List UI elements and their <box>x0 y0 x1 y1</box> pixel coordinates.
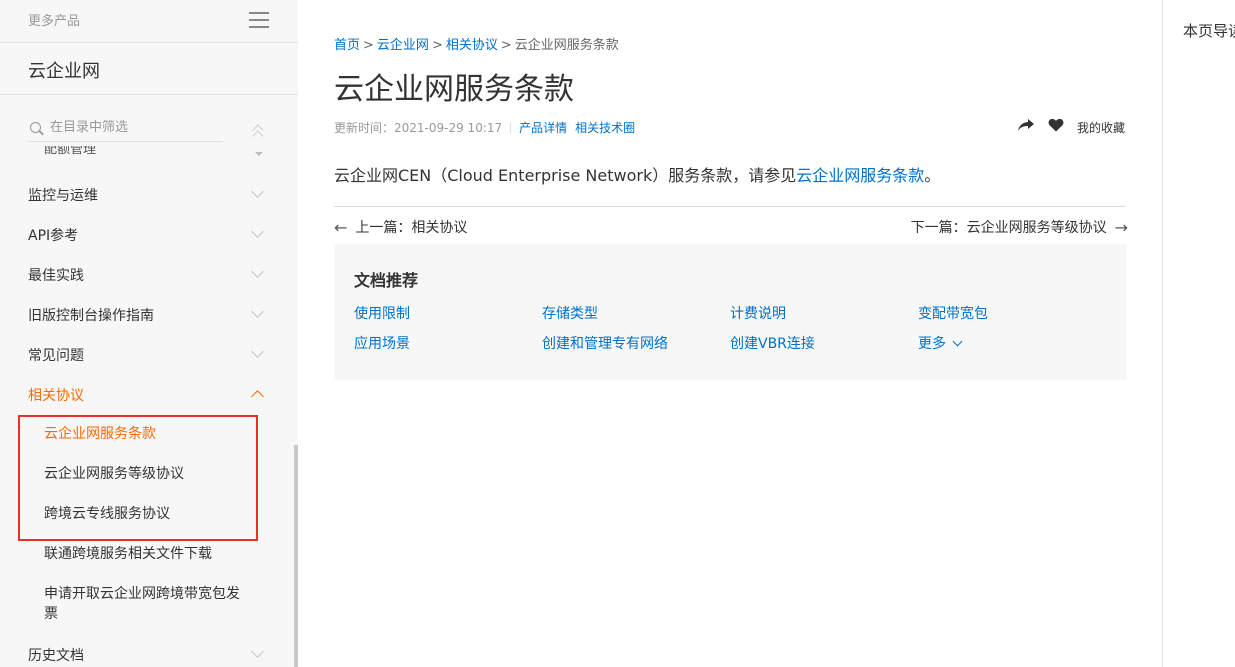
recommended-docs-title: 文档推荐 <box>354 271 419 290</box>
sidebar-item-label: 相关协议 <box>28 388 84 404</box>
toc-title: 本页导读 <box>1183 22 1235 40</box>
rec-link-vpc[interactable]: 创建和管理专有网络 <box>542 333 668 353</box>
sidebar-item-history[interactable]: 历史文档 <box>0 634 298 667</box>
sidebar-item-api[interactable]: API参考 <box>0 214 298 254</box>
cen-terms-link[interactable]: 云企业网服务条款 <box>796 166 924 185</box>
chevron-down-icon <box>251 185 264 198</box>
chevron-up-icon <box>251 390 264 403</box>
chevron-down-icon <box>251 305 264 318</box>
divider <box>0 42 298 43</box>
rec-more-label: 更多 <box>918 336 946 352</box>
divider <box>334 206 1126 207</box>
breadcrumb-home[interactable]: 首页 <box>334 38 360 53</box>
more-products-label[interactable]: 更多产品 <box>28 10 80 29</box>
sidebar-item-partial[interactable]: 配额管理 <box>44 146 96 158</box>
breadcrumb-product[interactable]: 云企业网 <box>377 38 429 53</box>
content-paragraph: 云企业网CEN（Cloud Enterprise Network）服务条款，请参… <box>334 162 940 186</box>
content-text: 云企业网CEN（Cloud Enterprise Network）服务条款，请参… <box>334 166 797 185</box>
rec-link-bandwidth-package[interactable]: 变配带宽包 <box>918 303 988 323</box>
rec-link-billing[interactable]: 计费说明 <box>730 303 786 323</box>
my-favorites-link[interactable]: 我的收藏 <box>1077 119 1125 136</box>
sidebar-subitem-label: 申请开取云企业网跨境带宽包发票 <box>44 586 240 622</box>
page-meta: 更新时间：2021-09-29 10:17 产品详情 相关技术圈 <box>334 119 643 136</box>
product-title[interactable]: 云企业网 <box>28 57 100 83</box>
product-detail-link[interactable]: 产品详情 <box>519 121 567 135</box>
chevron-down-icon <box>251 265 264 278</box>
sidebar-item-label: API参考 <box>28 228 79 244</box>
sidebar-search <box>28 118 223 142</box>
sidebar-item-best-practice[interactable]: 最佳实践 <box>0 254 298 294</box>
rec-link-usage-limits[interactable]: 使用限制 <box>354 303 410 323</box>
sidebar-item-label: 常见问题 <box>28 348 84 364</box>
sidebar-item-label: 最佳实践 <box>28 268 84 284</box>
rec-more-button[interactable]: 更多 <box>918 333 963 353</box>
breadcrumb: 首页 > 云企业网 > 相关协议 > 云企业网服务条款 <box>334 38 619 53</box>
breadcrumb-section[interactable]: 相关协议 <box>446 38 498 53</box>
search-icon <box>30 122 41 133</box>
sidebar-item-legacy-console[interactable]: 旧版控制台操作指南 <box>0 294 298 334</box>
arrow-right-icon: → <box>1114 218 1128 237</box>
sidebar-subitem-invoice[interactable]: 申请开取云企业网跨境带宽包发票 <box>0 574 298 634</box>
rec-link-storage-types[interactable]: 存储类型 <box>542 303 598 323</box>
main-content: 首页 > 云企业网 > 相关协议 > 云企业网服务条款 云企业网服务条款 更新时间：2021… <box>298 0 1162 667</box>
breadcrumb-current: 云企业网服务条款 <box>514 38 619 53</box>
sidebar-item-faq[interactable]: 常见问题 <box>0 334 298 374</box>
sidebar-item-agreements[interactable]: 相关协议 <box>0 374 298 414</box>
search-input[interactable] <box>50 120 220 135</box>
page-title: 云企业网服务条款 <box>334 72 574 107</box>
tech-circle-link[interactable]: 相关技术圈 <box>575 121 635 135</box>
prev-article-label: 上一篇：相关协议 <box>355 220 468 236</box>
heart-icon[interactable] <box>1048 118 1064 132</box>
rec-link-vbr[interactable]: 创建VBR连接 <box>730 333 815 353</box>
caret-down-icon <box>255 152 263 156</box>
menu-icon[interactable] <box>249 12 269 28</box>
chevron-down-icon <box>251 225 264 238</box>
divider <box>0 94 298 95</box>
sidebar-item-monitoring[interactable]: 监控与运维 <box>0 174 298 214</box>
divider <box>1162 0 1163 667</box>
sidebar-item-label: 旧版控制台操作指南 <box>28 308 154 324</box>
highlight-annotation-box <box>18 415 258 541</box>
share-icon[interactable] <box>1017 118 1035 132</box>
collapse-all-icon[interactable] <box>252 124 266 142</box>
chevron-down-icon <box>952 336 963 347</box>
recommended-docs: 文档推荐 使用限制 存储类型 计费说明 变配带宽包 应用场景 创建和管理专有网络… <box>334 244 1126 380</box>
prev-article-link[interactable]: ← 上一篇：相关协议 <box>334 217 467 237</box>
rec-link-scenarios[interactable]: 应用场景 <box>354 333 410 353</box>
chevron-down-icon <box>251 645 264 658</box>
next-article-label: 下一篇：云企业网服务等级协议 <box>910 220 1107 236</box>
content-text-end: 。 <box>924 166 941 185</box>
sidebar: 更多产品 云企业网 配额管理 监控与运维 API参考 最佳实践 旧版控制台操作指… <box>0 0 298 667</box>
sidebar-item-label: 监控与运维 <box>28 188 98 204</box>
updated-time: 更新时间：2021-09-29 10:17 <box>334 121 503 135</box>
sidebar-item-label: 历史文档 <box>28 648 84 664</box>
arrow-left-icon: ← <box>334 218 348 237</box>
chevron-down-icon <box>251 345 264 358</box>
next-article-link[interactable]: 下一篇：云企业网服务等级协议 → <box>911 217 1128 237</box>
sidebar-subitem-label: 联通跨境服务相关文件下载 <box>44 546 212 562</box>
